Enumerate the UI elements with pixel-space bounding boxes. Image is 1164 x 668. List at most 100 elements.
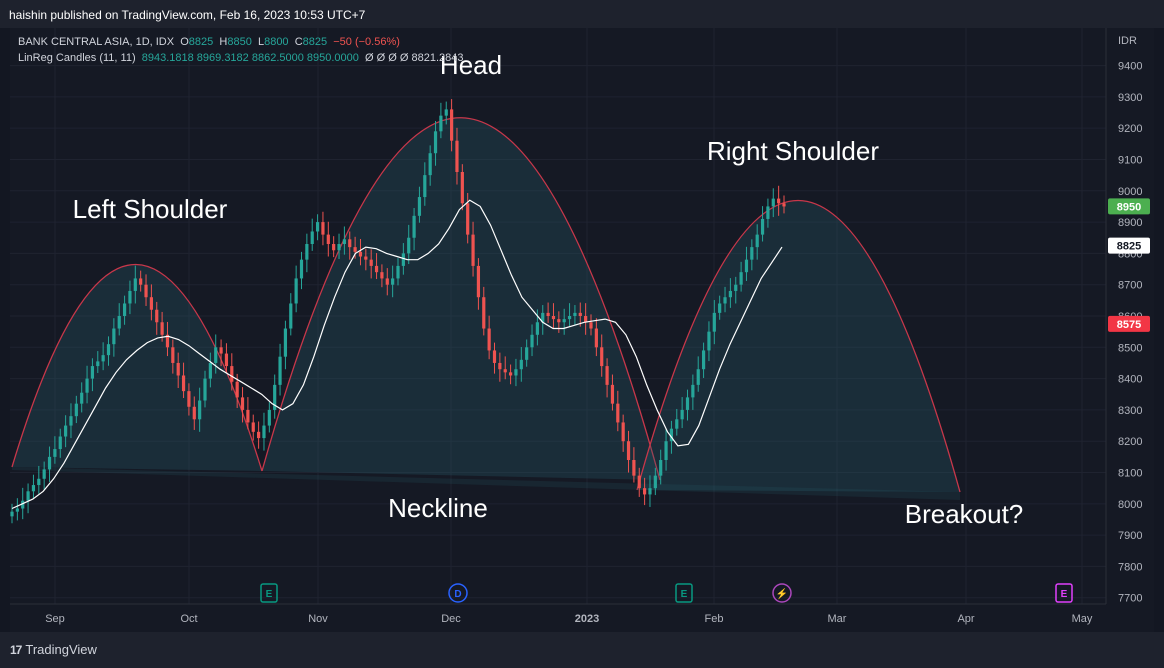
y-tick-label: 8700 bbox=[1118, 280, 1142, 292]
candle-body bbox=[771, 198, 775, 207]
candle-body bbox=[310, 231, 314, 244]
x-tick-label: Dec bbox=[441, 613, 461, 625]
candle-body bbox=[728, 290, 732, 298]
candle-body bbox=[407, 237, 411, 254]
annotation-label: Right Shoulder bbox=[707, 136, 879, 166]
price-label: 8950 bbox=[1117, 201, 1141, 213]
candle-body bbox=[744, 259, 749, 273]
candle-body bbox=[755, 234, 759, 248]
candle-body bbox=[423, 175, 427, 198]
candle-body bbox=[621, 422, 625, 442]
candle-body bbox=[171, 347, 175, 363]
candle-body bbox=[546, 312, 550, 316]
event-marker-label: E bbox=[681, 589, 688, 600]
x-tick-label: Apr bbox=[957, 613, 974, 625]
legend-indicator-name: LinReg Candles (11, 11) bbox=[18, 52, 136, 64]
x-tick-label: 2023 bbox=[575, 613, 599, 625]
y-tick-label: 9300 bbox=[1118, 92, 1142, 104]
candle-body bbox=[139, 278, 143, 285]
candle-body bbox=[294, 278, 298, 304]
legend-close: 8825 bbox=[302, 36, 328, 48]
chart-legend: BANK CENTRAL ASIA, 1D, IDX O8825 H8850 L… bbox=[18, 34, 463, 66]
candle-body bbox=[760, 218, 765, 235]
candle-body bbox=[58, 436, 62, 450]
candle-body bbox=[718, 303, 722, 313]
candle-body bbox=[417, 197, 422, 216]
annotation-label: Left Shoulder bbox=[73, 194, 228, 224]
candle-body bbox=[385, 278, 389, 285]
legend-open: 8825 bbox=[188, 36, 214, 48]
candle-body bbox=[664, 441, 668, 460]
candle-body bbox=[680, 409, 684, 420]
candle-body bbox=[364, 256, 368, 260]
candle-body bbox=[648, 488, 652, 495]
candle-body bbox=[305, 244, 309, 260]
candle-body bbox=[37, 478, 41, 486]
tradingview-logo[interactable]: 17 TradingView bbox=[10, 642, 97, 657]
y-tick-label: 9100 bbox=[1118, 154, 1142, 166]
candle-body bbox=[101, 355, 105, 362]
x-tick-label: May bbox=[1072, 613, 1093, 625]
candle-body bbox=[214, 347, 218, 363]
candle-body bbox=[782, 203, 786, 207]
candle-body bbox=[117, 316, 121, 329]
y-tick-label: 8200 bbox=[1118, 436, 1142, 448]
candle-body bbox=[557, 319, 561, 323]
candle-body bbox=[514, 369, 518, 376]
candle-body bbox=[348, 239, 352, 248]
candle-body bbox=[326, 234, 330, 244]
candle-body bbox=[503, 369, 507, 373]
candle-body bbox=[181, 375, 186, 392]
candle-body bbox=[471, 234, 475, 266]
candle-body bbox=[176, 362, 180, 376]
candle-body bbox=[219, 347, 223, 354]
candle-body bbox=[358, 251, 363, 257]
event-marker-label: E bbox=[266, 589, 273, 600]
candle-body bbox=[594, 328, 598, 348]
legend-indicator-values: 8943.1818 8969.3182 8862.5000 8950.0000 bbox=[141, 52, 359, 64]
candle-body bbox=[80, 392, 84, 404]
candle-body bbox=[42, 469, 46, 479]
candle-body bbox=[337, 244, 341, 251]
candle-body bbox=[53, 449, 57, 457]
candle-body bbox=[535, 322, 539, 335]
y-tick-label: 8100 bbox=[1118, 468, 1142, 480]
candle-body bbox=[69, 416, 73, 426]
candle-body bbox=[696, 369, 700, 385]
event-marker-label: E bbox=[1061, 589, 1068, 600]
candle-body bbox=[643, 488, 647, 495]
price-chart[interactable]: 7700780079008000810082008300840085008600… bbox=[0, 0, 1164, 668]
candle-body bbox=[401, 253, 405, 266]
candle-body bbox=[64, 425, 68, 437]
candle-body bbox=[353, 247, 357, 252]
candle-body bbox=[26, 491, 30, 501]
candle-body bbox=[685, 397, 690, 410]
candle-body bbox=[187, 391, 191, 407]
candle-body bbox=[396, 265, 400, 279]
y-tick-label: 8000 bbox=[1118, 499, 1142, 511]
annotation-label: Breakout? bbox=[905, 499, 1024, 529]
candle-body bbox=[653, 475, 657, 489]
candle-body bbox=[391, 278, 395, 285]
candle-body bbox=[707, 331, 711, 351]
candle-body bbox=[380, 272, 384, 279]
candle-body bbox=[766, 206, 770, 219]
candle-body bbox=[589, 322, 593, 329]
candle-body bbox=[482, 297, 486, 329]
candle-body bbox=[578, 312, 582, 316]
y-tick-label: 8300 bbox=[1118, 405, 1142, 417]
candle-body bbox=[492, 350, 497, 363]
legend-indicator-row: LinReg Candles (11, 11) 8943.1818 8969.3… bbox=[18, 50, 463, 66]
candle-body bbox=[530, 334, 534, 348]
candle-body bbox=[466, 203, 470, 235]
candle-body bbox=[85, 378, 89, 393]
y-tick-label: 9400 bbox=[1118, 61, 1142, 73]
candle-body bbox=[262, 425, 266, 439]
candle-body bbox=[90, 366, 95, 379]
candle-body bbox=[267, 409, 271, 426]
legend-symbol: BANK CENTRAL ASIA, 1D, IDX bbox=[18, 36, 175, 48]
price-label: 8825 bbox=[1117, 241, 1141, 253]
candle-body bbox=[444, 109, 448, 116]
candle-body bbox=[149, 297, 153, 310]
candle-body bbox=[10, 511, 14, 517]
